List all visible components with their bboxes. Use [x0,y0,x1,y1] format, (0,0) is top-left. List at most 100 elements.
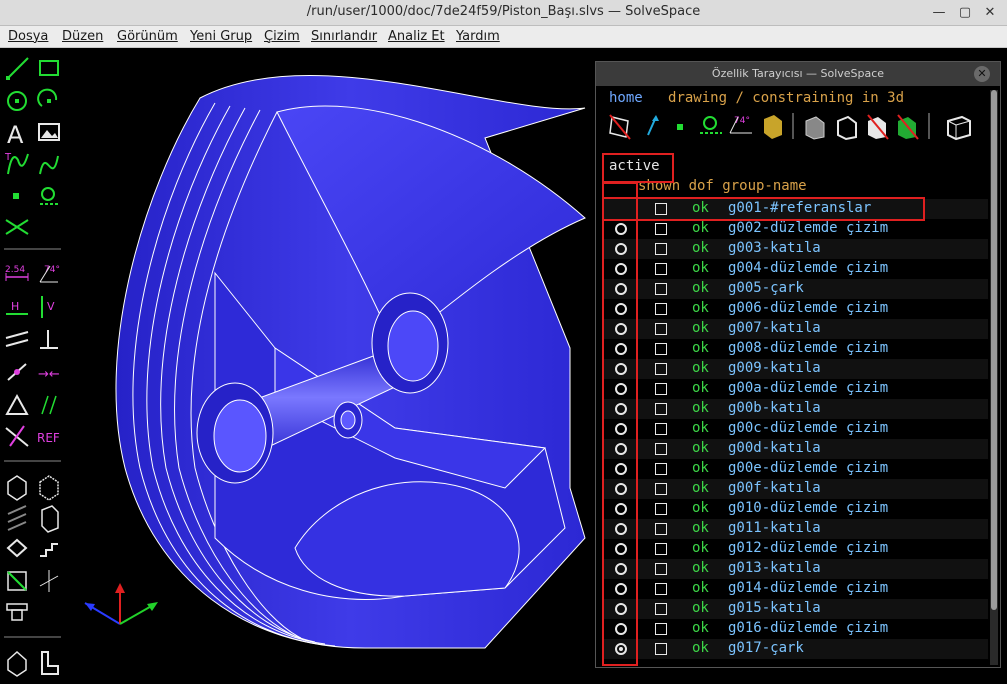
shown-checkbox[interactable] [655,563,667,575]
line-icon[interactable] [6,57,29,80]
outlines-toggle-icon[interactable] [867,114,889,140]
points-toggle-icon[interactable] [677,124,683,130]
menu-cizim[interactable]: Çizim [264,29,300,44]
close-icon[interactable]: ✕ [981,4,999,22]
shown-checkbox[interactable] [655,543,667,555]
menu-dosya[interactable]: Dosya [8,29,48,44]
ref-label[interactable]: REF [37,431,60,445]
group-name-link[interactable]: g009-katıla [728,360,821,376]
angle-icon[interactable]: 74° [39,265,60,283]
axis-icon[interactable] [39,570,59,592]
group-name-link[interactable]: g002-düzlemde çizim [728,220,888,236]
perspective-toggle-icon[interactable] [947,115,971,141]
group-name-link[interactable]: g00c-düzlemde çizim [728,420,888,436]
shown-checkbox[interactable] [655,483,667,495]
group-row[interactable]: ok g015-katıla [602,599,988,619]
shown-checkbox[interactable] [655,403,667,415]
workplane-icon[interactable] [40,187,58,205]
maximize-icon[interactable]: ▢ [956,4,974,22]
extrude-icon[interactable] [6,538,28,558]
image-icon[interactable] [38,123,60,141]
outline-icon[interactable] [41,505,59,533]
panel-close-icon[interactable]: ✕ [974,66,990,82]
group-row[interactable]: ok g013-katıla [602,559,988,579]
group-row[interactable]: ok g010-düzlemde çizim [602,499,988,519]
group-name-link[interactable]: g013-katıla [728,560,821,576]
menu-duzen[interactable]: Düzen [62,29,103,44]
shown-checkbox[interactable] [655,603,667,615]
group-name-link[interactable]: g007-katıla [728,320,821,336]
menu-gorunum[interactable]: Görünüm [117,29,178,44]
group-row[interactable]: ok g005-çark [602,279,988,299]
group-row[interactable]: ok g002-düzlemde çizim [602,219,988,239]
faces-toggle-icon[interactable] [764,115,782,139]
group-name-link[interactable]: g00d-katıla [728,440,821,456]
symmetric-icon[interactable] [41,395,57,415]
equal-icon[interactable] [5,393,29,415]
group-row[interactable]: ok g008-düzlemde çizim [602,339,988,359]
group-row[interactable]: ok g003-katıla [602,239,988,259]
home-link[interactable]: home [609,90,643,106]
shown-checkbox[interactable] [655,323,667,335]
nearest-iso-icon[interactable] [7,475,27,501]
scrollbar-thumb[interactable] [991,90,997,610]
group-row[interactable]: ok g00b-katıla [602,399,988,419]
group-row[interactable]: ok g009-katıla [602,359,988,379]
tangent-arc-icon[interactable]: T [4,152,29,175]
group-name-link[interactable]: g00e-düzlemde çizim [728,460,888,476]
group-row[interactable]: ok g017-çark [602,639,988,659]
construction-icon[interactable] [5,219,29,235]
group-row[interactable]: ok g016-düzlemde çizim [602,619,988,639]
vertical-icon[interactable]: V [41,296,55,318]
group-row[interactable]: ok g00d-katıla [602,439,988,459]
group-row[interactable]: ok g006-düzlemde çizim [602,299,988,319]
group-name-link[interactable]: g015-katıla [728,600,821,616]
shown-checkbox[interactable] [655,443,667,455]
shown-checkbox[interactable] [655,423,667,435]
on-point-icon[interactable] [7,363,27,381]
shaded-toggle-icon[interactable] [805,116,825,140]
minimize-icon[interactable]: — [930,4,948,22]
shown-checkbox[interactable] [655,503,667,515]
menu-sinirlandir[interactable]: Sınırlandır [311,29,377,44]
menu-yardim[interactable]: Yardım [456,29,500,44]
shown-checkbox[interactable] [655,223,667,235]
horizontal-icon[interactable]: H [6,300,28,315]
group-name-link[interactable]: g004-düzlemde çizim [728,260,888,276]
workplane-toggle-icon[interactable] [609,114,631,140]
group-name-link[interactable]: g006-düzlemde çizim [728,300,888,316]
group-row[interactable]: ok g012-düzlemde çizim [602,539,988,559]
rectangle-icon[interactable] [39,60,59,76]
reference-icon[interactable] [5,425,29,447]
group-name-link[interactable]: g014-düzlemde çizim [728,580,888,596]
text-icon[interactable]: A [7,121,24,149]
bezier-icon[interactable] [39,155,59,175]
shown-checkbox[interactable] [655,463,667,475]
group-name-link[interactable]: g008-düzlemde çizim [728,340,888,356]
shown-checkbox[interactable] [655,383,667,395]
menu-analiz-et[interactable]: Analiz Et [388,29,445,44]
shown-checkbox[interactable] [655,343,667,355]
group-row[interactable]: ok g014-düzlemde çizim [602,579,988,599]
group-name-link[interactable]: g010-düzlemde çizim [728,500,888,516]
group-row[interactable]: ok g00c-düzlemde çizim [602,419,988,439]
group-row[interactable]: ok g00e-düzlemde çizim [602,459,988,479]
midpoint-icon[interactable]: →← [38,367,60,382]
edges-toggle-icon[interactable] [837,115,857,141]
section-icon[interactable] [7,571,27,591]
group-name-link[interactable]: g012-düzlemde çizim [728,540,888,556]
shown-checkbox[interactable] [655,623,667,635]
group-name-link[interactable]: g00b-katıla [728,400,821,416]
group-name-link[interactable]: g016-düzlemde çizim [728,620,888,636]
arc-icon[interactable] [37,88,58,107]
shown-checkbox[interactable] [655,523,667,535]
panel-scrollbar[interactable] [990,90,998,665]
group-name-link[interactable]: g005-çark [728,280,804,296]
shown-checkbox[interactable] [655,363,667,375]
tool-icon[interactable] [6,603,28,621]
parallel-icon[interactable] [5,331,29,347]
distance-icon[interactable]: 2.54 [5,265,29,281]
group-name-link[interactable]: g00f-katıla [728,480,821,496]
group-row[interactable]: ok g007-katıla [602,319,988,339]
group-row[interactable]: ok g00f-katıla [602,479,988,499]
